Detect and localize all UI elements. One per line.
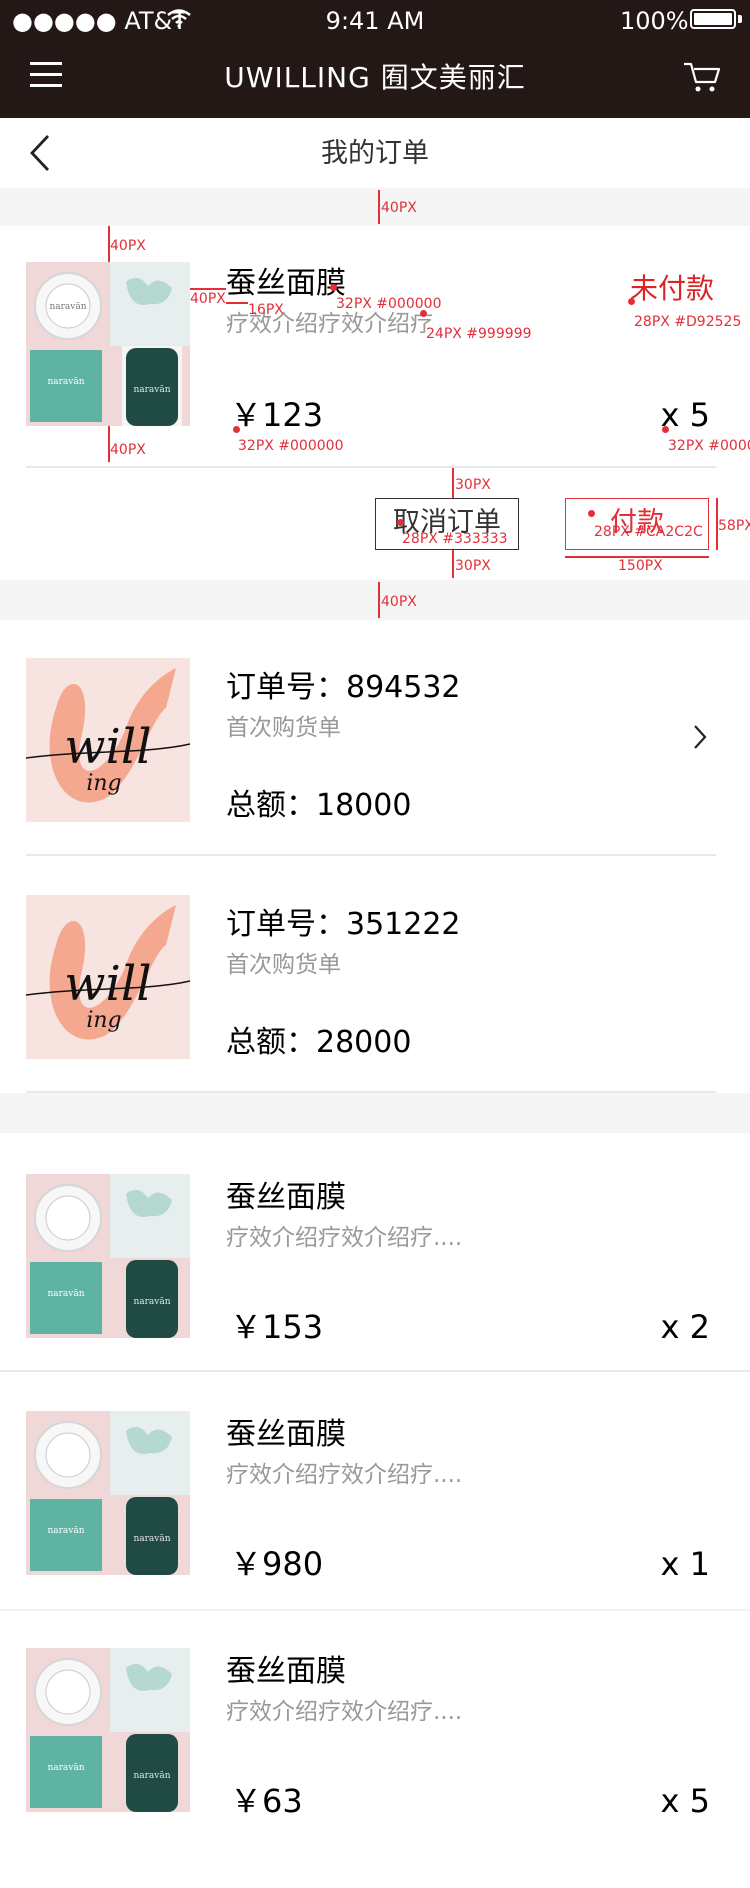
logo-subtext: ing xyxy=(86,771,121,796)
spec-qty: 32PX #000000 xyxy=(668,438,750,454)
product-image: naravān naravān xyxy=(26,1648,190,1812)
spec-btn-top: 30PX xyxy=(455,477,491,493)
product-description: 疗效介绍疗效介绍疗.... xyxy=(226,1225,463,1251)
row-divider xyxy=(26,854,716,856)
page-title: 我的订单 xyxy=(321,138,429,169)
spec-marker xyxy=(420,310,427,317)
spec-marker xyxy=(330,284,337,291)
product-price: ￥153 xyxy=(230,1308,324,1346)
app-header: ●●●●● AT&T 9:41 AM 100% UWILLING 囿文美丽汇 xyxy=(0,0,750,118)
battery-tip xyxy=(738,15,742,23)
spec-line xyxy=(190,288,226,290)
spec-btn-width: 150PX xyxy=(618,558,663,574)
product-quantity: x 1 xyxy=(660,1545,710,1583)
battery-icon xyxy=(690,9,736,29)
shopping-cart-icon[interactable] xyxy=(683,60,721,94)
card-divider xyxy=(26,466,716,468)
order-total: 总额：28000 xyxy=(226,1025,412,1060)
order-subtitle: 首次购货单 xyxy=(226,715,341,741)
chevron-right-icon[interactable] xyxy=(690,722,710,752)
order-list-screen: ●●●●● AT&T 9:41 AM 100% UWILLING 囿文美丽汇 我… xyxy=(0,0,750,1888)
order-status-badge: 未付款 xyxy=(630,272,715,305)
wifi-icon xyxy=(167,9,191,28)
order-total: 总额：18000 xyxy=(226,788,412,823)
product-brand-text: naravān xyxy=(49,302,86,312)
spec-title: 32PX #000000 xyxy=(336,296,442,312)
section-gap xyxy=(0,1093,750,1133)
spec-marker xyxy=(397,519,404,526)
product-brand-text: naravān xyxy=(47,1763,84,1773)
spec-marker xyxy=(662,426,669,433)
spec-price: 32PX #000000 xyxy=(238,438,344,454)
brand-logo-image: will ing xyxy=(26,895,190,1059)
spec-btn-bottom: 30PX xyxy=(455,558,491,574)
logo-text: will xyxy=(64,956,151,1012)
spec-status: 28PX #D92525 xyxy=(634,314,742,330)
product-title: 蚕丝面膜 xyxy=(226,1417,346,1452)
product-brand-text: naravān xyxy=(47,1526,84,1536)
product-title: 蚕丝面膜 xyxy=(226,266,346,301)
row-divider xyxy=(0,1370,750,1372)
product-description: 疗效介绍疗效介绍疗.... xyxy=(226,1462,463,1488)
spec-line xyxy=(378,190,380,224)
spec-img-top: 40PX xyxy=(110,238,146,254)
spec-line xyxy=(452,468,454,498)
spec-line xyxy=(226,302,248,304)
product-image: naravān naravān xyxy=(26,1411,190,1575)
product-image: naravān naravān naravān xyxy=(26,262,190,426)
spec-marker xyxy=(233,426,240,433)
spec-text-gap: 16PX xyxy=(248,302,284,318)
app-title: UWILLING 囿文美丽汇 xyxy=(224,61,526,94)
spec-gap-top: 40PX xyxy=(381,200,417,216)
spec-cancel: 28PX #333333 xyxy=(402,531,508,547)
spec-marker xyxy=(628,298,635,305)
section-gap xyxy=(0,580,750,620)
row-divider xyxy=(0,1609,750,1611)
product-price: ￥63 xyxy=(230,1782,303,1820)
product-brand-text: naravān xyxy=(47,1289,84,1299)
product-price: ￥123 xyxy=(230,396,324,434)
product-brand-text: naravān xyxy=(47,377,84,387)
product-title: 蚕丝面膜 xyxy=(226,1654,346,1689)
logo-text: will xyxy=(64,719,151,775)
spec-line xyxy=(378,582,380,618)
product-quantity: x 5 xyxy=(660,1782,710,1820)
product-brand-text: naravān xyxy=(133,1297,170,1307)
product-brand-text: naravān xyxy=(133,385,170,395)
product-quantity: x 2 xyxy=(660,1308,710,1346)
spec-marker xyxy=(588,510,595,517)
product-price: ￥980 xyxy=(230,1545,324,1583)
product-description: 疗效介绍疗效介绍疗.... xyxy=(226,1699,463,1725)
nav-bar: 我的订单 xyxy=(0,118,750,188)
order-number: 订单号：894532 xyxy=(226,670,461,705)
spec-img-bottom: 40PX xyxy=(110,442,146,458)
product-title: 蚕丝面膜 xyxy=(226,1180,346,1215)
brand-logo-image: will ing xyxy=(26,658,190,822)
battery-label: 100% xyxy=(620,7,689,35)
logo-subtext: ing xyxy=(86,1008,121,1033)
spec-pay: 28PX #CA2C2C xyxy=(594,524,703,540)
spec-line xyxy=(452,550,454,578)
order-subtitle: 首次购货单 xyxy=(226,952,341,978)
product-brand-text: naravān xyxy=(133,1771,170,1781)
order-number: 订单号：351222 xyxy=(226,907,461,942)
product-brand-text: naravān xyxy=(133,1534,170,1544)
section-gap xyxy=(0,188,750,226)
product-image: naravān naravān xyxy=(26,1174,190,1338)
spec-gap-bottom: 40PX xyxy=(381,594,417,610)
spec-desc: 24PX #999999 xyxy=(426,326,532,342)
spec-btn-height: 58PX xyxy=(718,518,750,534)
spec-img-gap: 40PX xyxy=(190,291,226,307)
